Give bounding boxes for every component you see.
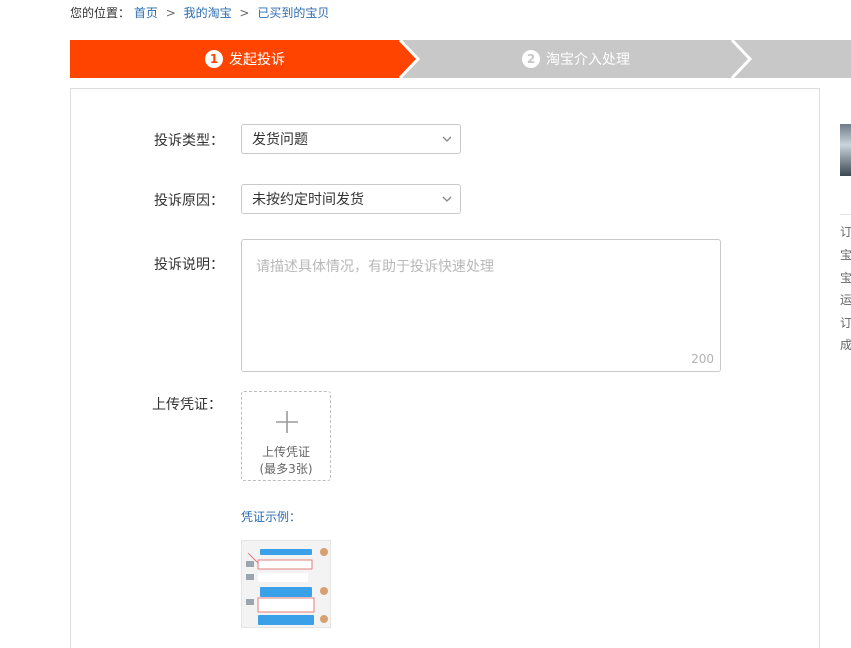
step-arrows <box>70 40 851 78</box>
sidebar-divider <box>819 88 820 634</box>
chat-screenshot-thumbnail <box>242 541 330 627</box>
evidence-example-label: 凭证示例： <box>241 510 302 524</box>
step-2-label: 淘宝介入处理 <box>546 52 630 68</box>
breadcrumb-separator: > <box>239 6 250 20</box>
sidebar-info-line: 成 <box>840 338 851 352</box>
order-item-thumbnail[interactable] <box>840 124 851 176</box>
character-counter: 200 <box>691 352 714 366</box>
step-1-number: 1 <box>205 50 223 68</box>
upload-evidence-text: 上传凭证 <box>261 445 310 459</box>
step-2: 2 淘宝介入处理 <box>522 40 630 78</box>
sidebar-info-line: 运 <box>840 293 851 307</box>
breadcrumb-separator: > <box>165 6 176 20</box>
breadcrumb: 您的位置： 首页 > 我的淘宝 > 已买到的宝贝 <box>70 4 329 21</box>
breadcrumb-prefix: 您的位置： <box>70 6 131 20</box>
complaint-type-select[interactable]: 发货问题 <box>241 124 461 154</box>
complaint-type-value: 发货问题 <box>252 132 308 148</box>
complaint-description-input[interactable] <box>242 240 720 371</box>
sidebar-info-line: 订 <box>840 225 851 239</box>
breadcrumb-home-link[interactable]: 首页 <box>134 6 158 20</box>
step-1: 1 发起投诉 <box>205 40 285 78</box>
sidebar-rule <box>840 214 851 215</box>
sidebar-info-line: 宝 <box>840 271 851 285</box>
step-progress-bar: 1 发起投诉 2 淘宝介入处理 <box>70 40 851 78</box>
step-2-number: 2 <box>522 50 540 68</box>
breadcrumb-purchased-link[interactable]: 已买到的宝贝 <box>257 6 329 20</box>
step-1-label: 发起投诉 <box>229 52 285 68</box>
plus-icon <box>276 411 298 433</box>
sidebar-info-line: 订 <box>840 316 851 330</box>
upload-evidence-button[interactable]: 上传凭证 (最多3张) <box>241 391 331 481</box>
complaint-type-label: 投诉类型： <box>154 133 224 149</box>
complaint-reason-value: 未按约定时间发货 <box>252 192 364 208</box>
complaint-reason-select[interactable]: 未按约定时间发货 <box>241 184 461 214</box>
evidence-example-image[interactable] <box>241 540 331 628</box>
complaint-description-label: 投诉说明： <box>154 257 224 273</box>
upload-limit-text: (最多3张) <box>259 462 313 476</box>
complaint-reason-label: 投诉原因： <box>154 193 224 209</box>
upload-evidence-label: 上传凭证： <box>152 397 222 413</box>
breadcrumb-my-taobao-link[interactable]: 我的淘宝 <box>184 6 232 20</box>
sidebar-info-line: 宝 <box>840 248 851 262</box>
complaint-description-box: 200 <box>241 239 721 372</box>
chevron-down-icon <box>442 196 452 202</box>
chevron-down-icon <box>442 136 452 142</box>
